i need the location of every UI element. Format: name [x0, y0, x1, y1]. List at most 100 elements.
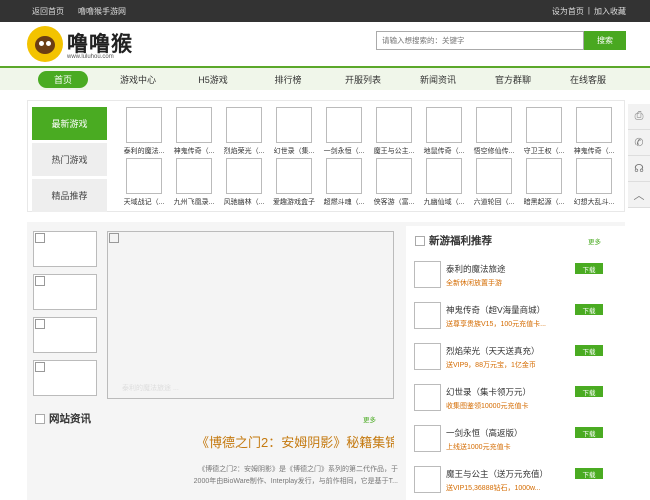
game-thumbnail[interactable] [526, 107, 562, 143]
welfare-game-name[interactable]: 一剑永恒（高返版） [446, 427, 523, 439]
welfare-item[interactable]: 一剑永恒（高返版） 上线送1000元充值卡 下载 [414, 425, 619, 465]
game-card[interactable]: 守卫王权（... [521, 107, 567, 156]
side-thumbnail[interactable] [33, 360, 97, 396]
game-title[interactable]: 地鼠传奇（... [421, 146, 467, 156]
set-home-link[interactable]: 设为首页 [552, 6, 584, 17]
game-thumbnail[interactable] [276, 107, 312, 143]
nav-online-support[interactable]: 在线客服 [558, 71, 618, 88]
welfare-item[interactable]: 烈焰荣光（天天送真充） 送VIP9，88万元宝，1亿金币 下载 [414, 343, 619, 383]
nav-server-list[interactable]: 开服列表 [333, 71, 393, 88]
game-title[interactable]: 守卫王权（... [521, 146, 567, 156]
welfare-thumbnail[interactable] [414, 466, 441, 493]
site-logo[interactable]: 噜噜猴 www.luluhou.com [27, 26, 137, 62]
download-button[interactable]: 下载 [575, 345, 603, 356]
game-thumbnail[interactable] [176, 107, 212, 143]
welfare-item[interactable]: 魔王与公主（送万元充值） 送VIP15,36888钻石，1000w... 下载 [414, 466, 619, 500]
game-title[interactable]: 泰利的魔法... [121, 146, 167, 156]
side-thumbnail[interactable] [33, 274, 97, 310]
welfare-game-name[interactable]: 魔王与公主（送万元充值） [446, 468, 548, 480]
nav-h5-games[interactable]: H5游戏 [183, 71, 243, 88]
game-thumbnail[interactable] [326, 158, 362, 194]
download-button[interactable]: 下载 [575, 263, 603, 274]
print-icon[interactable]: ⎙ [628, 104, 650, 130]
game-title[interactable]: 神鬼传奇（... [171, 146, 217, 156]
download-button[interactable]: 下载 [575, 468, 603, 479]
back-to-top-icon[interactable]: ︿ [628, 182, 650, 208]
game-thumbnail[interactable] [126, 158, 162, 194]
game-title[interactable]: 幻世录（集... [271, 146, 317, 156]
game-thumbnail[interactable] [226, 158, 262, 194]
game-thumbnail[interactable] [276, 158, 312, 194]
welfare-thumbnail[interactable] [414, 261, 441, 288]
game-card[interactable]: 九幽仙域（... [421, 158, 467, 207]
game-card[interactable]: 侠客游（富... [371, 158, 417, 207]
welfare-thumbnail[interactable] [414, 343, 441, 370]
game-title[interactable]: 暗黑起源（... [521, 197, 567, 207]
game-title[interactable]: 天域战记（... [121, 197, 167, 207]
game-thumbnail[interactable] [476, 158, 512, 194]
nav-game-center[interactable]: 游戏中心 [108, 71, 168, 88]
game-title[interactable]: 风驰幽林（... [221, 197, 267, 207]
add-favorite-link[interactable]: 加入收藏 [594, 6, 626, 17]
game-title[interactable]: 九州飞凰录... [171, 197, 217, 207]
welfare-thumbnail[interactable] [414, 384, 441, 411]
game-card[interactable]: 一剑永恒（... [321, 107, 367, 156]
game-title[interactable]: 侠客游（富... [371, 197, 417, 207]
welfare-game-name[interactable]: 泰利的魔法旅途 [446, 263, 506, 275]
game-thumbnail[interactable] [426, 158, 462, 194]
game-card[interactable]: 六道轮回（... [471, 158, 517, 207]
game-card[interactable]: 地鼠传奇（... [421, 107, 467, 156]
nav-rankings[interactable]: 排行榜 [258, 71, 318, 88]
side-thumbnail[interactable] [33, 317, 97, 353]
welfare-more-link[interactable]: 更多 [588, 236, 601, 246]
game-title[interactable]: 魔王与公主... [371, 146, 417, 156]
download-button[interactable]: 下载 [575, 304, 603, 315]
game-title[interactable]: 爱趣游戏盒子 [271, 197, 317, 207]
game-title[interactable]: 九幽仙域（... [421, 197, 467, 207]
chat-icon[interactable]: ✆ [628, 130, 650, 156]
tab-latest-games[interactable]: 最新游戏 [32, 107, 107, 140]
game-thumbnail[interactable] [376, 158, 412, 194]
game-card[interactable]: 天域战记（... [121, 158, 167, 207]
welfare-game-name[interactable]: 幻世录（集卡领万元） [446, 386, 531, 398]
nav-home[interactable]: 首页 [38, 71, 88, 88]
game-card[interactable]: 悟空修仙传... [471, 107, 517, 156]
game-thumbnail[interactable] [526, 158, 562, 194]
side-thumbnail[interactable] [33, 231, 97, 267]
game-card[interactable]: 暗黑起源（... [521, 158, 567, 207]
welfare-thumbnail[interactable] [414, 425, 441, 452]
game-title[interactable]: 神鬼传奇（... [571, 146, 617, 156]
nav-official-group[interactable]: 官方群聊 [483, 71, 543, 88]
welfare-item[interactable]: 幻世录（集卡领万元） 收集图鉴领10000元充值卡 下载 [414, 384, 619, 424]
tab-hot-games[interactable]: 热门游戏 [32, 143, 107, 176]
main-banner[interactable]: 泰利的魔法旅途 ... [107, 231, 394, 399]
nav-news[interactable]: 新闻资讯 [408, 71, 468, 88]
game-title[interactable]: 幻想大乱斗... [571, 197, 617, 207]
headset-icon[interactable]: ☊ [628, 156, 650, 182]
game-title[interactable]: 超燃斗魂（... [321, 197, 367, 207]
game-card[interactable]: 烈焰荣光（... [221, 107, 267, 156]
game-title[interactable]: 悟空修仙传... [471, 146, 517, 156]
game-card[interactable]: 幻世录（集... [271, 107, 317, 156]
download-button[interactable]: 下载 [575, 386, 603, 397]
game-thumbnail[interactable] [376, 107, 412, 143]
welfare-game-name[interactable]: 神鬼传奇（超V海量商城） [446, 304, 545, 316]
search-button[interactable]: 搜索 [584, 31, 626, 50]
game-thumbnail[interactable] [326, 107, 362, 143]
game-thumbnail[interactable] [126, 107, 162, 143]
welfare-item[interactable]: 神鬼传奇（超V海量商城） 送尊享贵族V15，100元充值卡... 下载 [414, 302, 619, 342]
game-card[interactable]: 幻想大乱斗... [571, 158, 617, 207]
welfare-thumbnail[interactable] [414, 302, 441, 329]
game-card[interactable]: 神鬼传奇（... [571, 107, 617, 156]
back-home-link[interactable]: 返回首页 [32, 6, 64, 17]
tab-recommended[interactable]: 精品推荐 [32, 179, 107, 212]
download-button[interactable]: 下载 [575, 427, 603, 438]
game-card[interactable]: 神鬼传奇（... [171, 107, 217, 156]
game-card[interactable]: 魔王与公主... [371, 107, 417, 156]
game-thumbnail[interactable] [576, 107, 612, 143]
game-title[interactable]: 六道轮回（... [471, 197, 517, 207]
game-thumbnail[interactable] [576, 158, 612, 194]
game-card[interactable]: 超燃斗魂（... [321, 158, 367, 207]
game-title[interactable]: 烈焰荣光（... [221, 146, 267, 156]
game-card[interactable]: 九州飞凰录... [171, 158, 217, 207]
